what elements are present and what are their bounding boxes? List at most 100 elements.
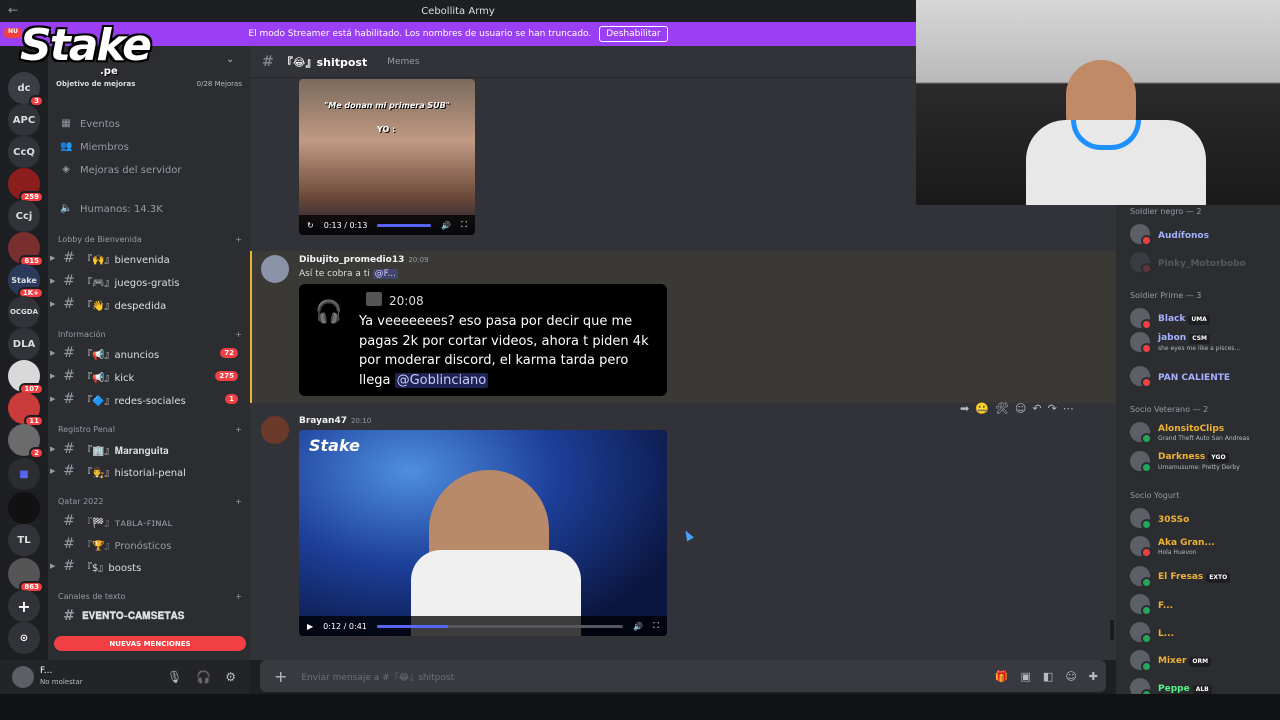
folder-icon[interactable]: ■ [8,458,40,490]
gear-icon[interactable]: ⚙ [225,670,236,684]
server-icon[interactable]: 259 [8,168,44,203]
apps-icon[interactable]: ✚ [1089,670,1098,683]
member-item[interactable]: F... [1130,593,1280,616]
gift-icon[interactable]: 🎁 [995,670,1009,683]
plus-icon[interactable]: + [235,497,242,506]
member-item[interactable]: PAN CALIENTE [1130,365,1280,388]
member-item[interactable]: Pinky_Motorbobo [1130,251,1280,274]
member-item[interactable]: AlonsitoClips Grand Theft Auto San Andrea… [1130,421,1280,444]
server-icon[interactable]: 107 [8,360,44,395]
server-icon[interactable]: 11 [8,392,44,427]
avatar[interactable] [12,666,34,688]
member-item[interactable]: Black UMA [1130,307,1280,330]
plus-icon[interactable]: + [235,330,242,339]
plus-icon[interactable]: + [235,235,242,244]
category-info[interactable]: Información + [58,330,242,339]
tools-icon[interactable]: 🛠 [995,402,1009,415]
member-item[interactable]: Darkness YGO Umamusume: Pretty Derby [1130,450,1280,473]
server-icon[interactable]: 863 [8,558,44,593]
discover-icon[interactable]: ⊙ [8,622,40,654]
add-server-icon[interactable]: + [8,590,40,622]
video-player[interactable]: Stake ▶ 0:12 / 0:41 🔊 ⛶ [299,430,667,636]
menu-events[interactable]: ▦ Eventos [60,118,120,130]
category-qatar[interactable]: Qatar 2022 + [58,497,242,506]
member-item[interactable]: Aka Gran... Hola Huevon [1130,535,1280,558]
channel-item[interactable]: ▶ # 『🎮』juegos-gratis [48,272,244,290]
channel-item[interactable]: ▶ # 『📢』anuncios 72 [48,344,244,362]
channel-item[interactable]: ▶ # 『🔷』redes-sociales 1 [48,390,244,408]
message-input[interactable]: + Enviar mensaje a #『😂』shitpost 🎁 ▣ ◧ ☺ … [260,660,1106,692]
volume-icon[interactable]: 🔊 [633,622,643,631]
avatar[interactable] [261,255,289,283]
channel-item[interactable]: ▶ # 『🙌』bienvenida [48,249,244,267]
message-author[interactable]: Dibujito_promedio13 20:09 [299,255,429,265]
menu-boosts[interactable]: ◈ Mejoras del servidor [60,164,181,176]
avatar [1130,224,1152,246]
channel-item[interactable]: # 𝐄𝐕𝐄𝐍𝐓𝐎-𝐂𝐀𝐌𝐒𝐄𝐓𝐀𝐒 [48,607,244,625]
back-arrow-icon[interactable]: ← [8,3,18,17]
server-icon[interactable]: 2 [8,424,44,459]
channel-item[interactable]: ▶ # 『$』boosts [48,557,244,575]
progress-bar[interactable] [376,624,624,628]
avatar[interactable] [261,416,289,444]
channel-item[interactable]: ▶ # 『👋』despedida [48,295,244,313]
more-icon[interactable]: ⋯ [1063,402,1074,415]
scrollbar[interactable] [1110,620,1114,640]
plus-icon[interactable]: + [235,592,242,601]
reply-icon[interactable]: ↶ [1032,402,1041,415]
emoji-icon[interactable]: 🤐 [975,402,989,415]
plus-icon[interactable]: + [235,425,242,434]
channel-item[interactable]: ▶ # 『👨‍⚖️』historial-penal [48,462,244,480]
image-attachment[interactable]: 🎧 20:08 Ya veeeeeees? eso pasa por decir… [299,284,667,396]
channel-item[interactable]: # 『🏁』ᴛᴀʙʟᴀ-ꜰɪɴᴀʟ [48,512,244,530]
user-mention[interactable]: @F... [372,269,398,279]
category-text[interactable]: Canales de texto + [58,592,242,601]
channel-item[interactable]: ▶ # 『🏢』𝐌𝐚𝐫𝐚𝐧𝐠𝐮𝐢𝐭𝐚 [48,440,244,458]
video-player[interactable]: "Me donan mi primera SUB" YO : ↻ 0:13 / … [299,79,475,235]
gif-icon[interactable]: ▣ [1021,670,1031,683]
emoji-icon[interactable]: ☺ [1065,670,1076,683]
server-icon[interactable]: dc 3 [8,72,44,107]
plus-icon[interactable]: + [274,667,287,686]
server-icon[interactable] [8,492,40,524]
member-item[interactable]: 30SSo [1130,507,1280,530]
channel-item[interactable]: # 『🏆』Pronósticos [48,535,244,553]
category-registro[interactable]: Registro Penal + [58,425,242,434]
forward-icon[interactable]: ↷ [1048,402,1057,415]
new-mentions-button[interactable]: NUEVAS MENCIONES [54,636,246,651]
chevron-down-icon[interactable]: ⌄ [226,54,234,65]
play-icon[interactable]: ▶ [307,622,313,631]
fullscreen-icon[interactable]: ⛶ [461,220,467,230]
disable-streamer-button[interactable]: Deshabilitar [599,26,668,42]
fullscreen-icon[interactable]: ⛶ [653,621,659,631]
message-author[interactable]: Brayan47 20:10 [299,416,371,426]
member-item[interactable]: jabon CSM she eyes me like a pisces... [1130,331,1280,354]
replay-icon[interactable]: ↻ [307,221,314,230]
headphones-icon[interactable]: 🎧 [196,670,211,684]
server-icon[interactable]: DLA [8,328,40,360]
member-item[interactable]: Mixer ORM [1130,649,1280,672]
server-icon[interactable]: Stake 1K+ [8,264,44,299]
member-item[interactable]: Audífonos [1130,223,1280,246]
category-lobby[interactable]: Lobby de Bienvenida + [58,235,242,244]
server-icon[interactable]: OCGDA [8,296,40,328]
sticker-icon[interactable]: ◧ [1043,670,1053,683]
humans-counter[interactable]: 🔈 Humanos: 14.3K [60,203,163,215]
member-item[interactable]: L... [1130,621,1280,644]
menu-members[interactable]: 👥 Miembros [60,141,129,153]
volume-icon[interactable]: 🔊 [441,221,451,230]
user-info[interactable]: F... No molestar [40,666,83,688]
progress-bar[interactable] [377,223,432,227]
server-icon[interactable]: APC [8,104,40,136]
server-icon[interactable]: Ccj [8,200,40,232]
server-icon[interactable]: 615 [8,232,44,267]
server-label: CcQ [13,146,35,158]
channel-item[interactable]: ▶ # 『📢』kick 275 [48,367,244,385]
server-icon[interactable]: TL [8,524,40,556]
add-reaction-icon[interactable]: ☺ [1015,402,1026,415]
member-item[interactable]: El Fresas EXTO [1130,565,1280,588]
arrow-right-icon[interactable]: ➡ [960,402,969,415]
server-icon[interactable]: CcQ [8,136,40,168]
mic-icon[interactable]: 🎙 [167,670,182,684]
boost-goal[interactable]: Objetivo de mejoras 0/28 Mejoras [56,80,242,94]
